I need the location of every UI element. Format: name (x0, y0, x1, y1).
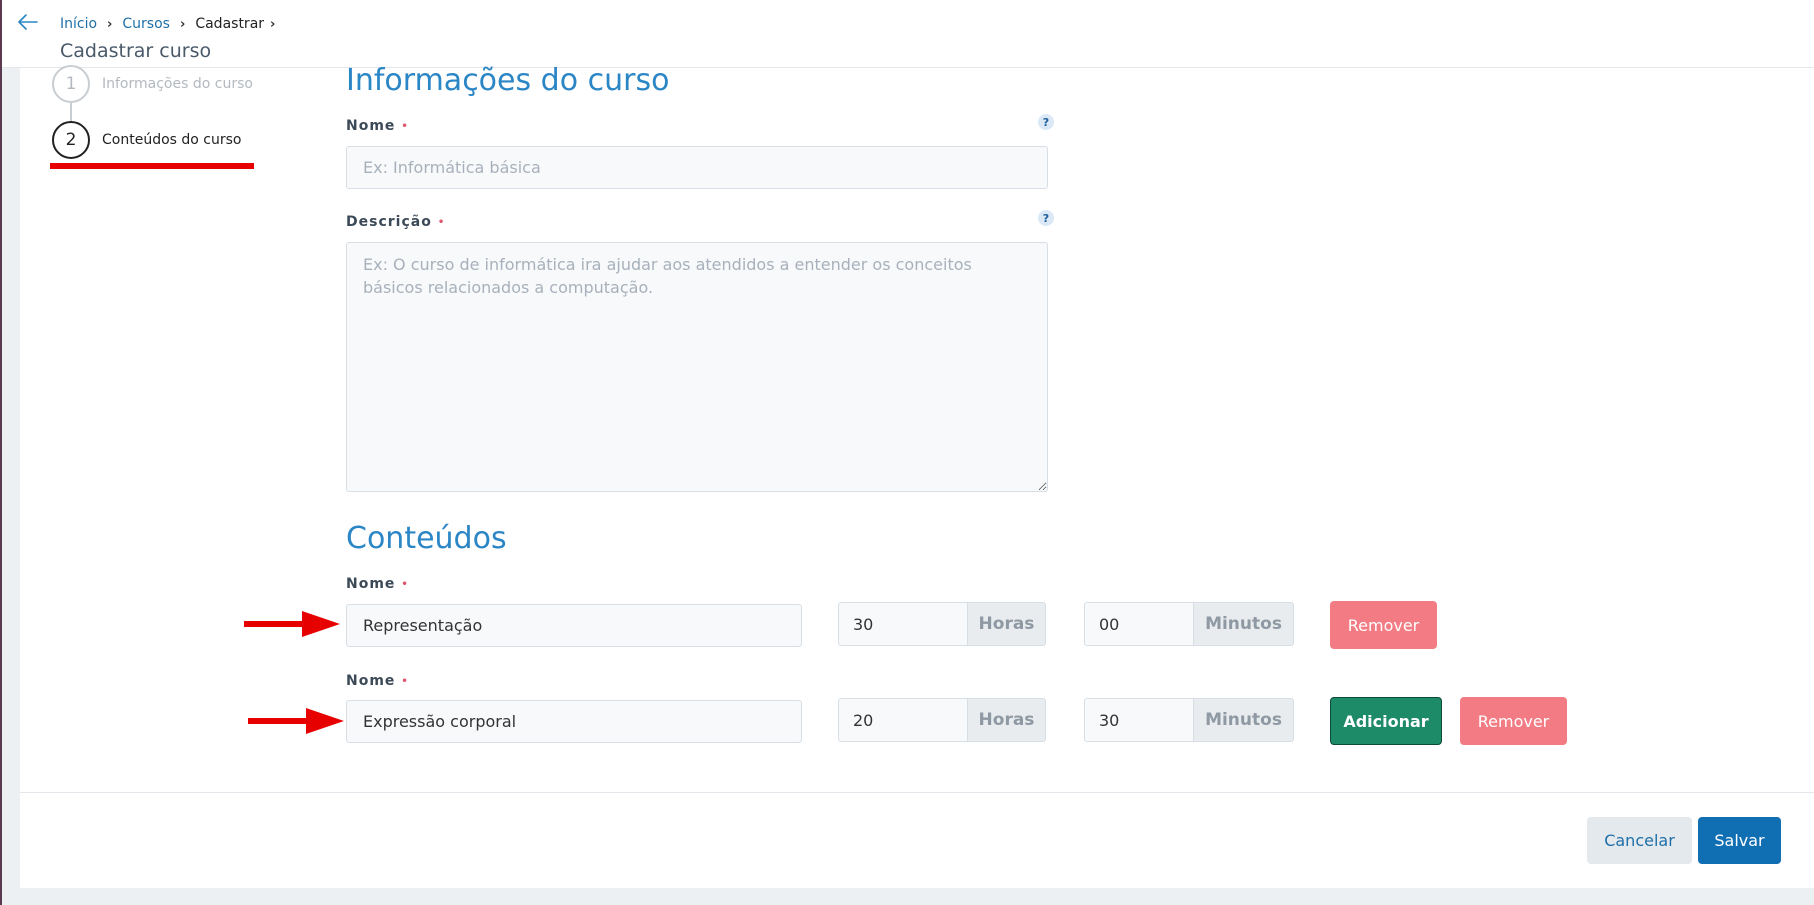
step-label: Informações do curso (102, 76, 253, 92)
section-title-course-info: Informações do curso (346, 63, 670, 98)
chevron-right-icon: › (179, 16, 186, 32)
cancel-button[interactable]: Cancelar (1587, 817, 1692, 864)
annotation-underline (50, 163, 254, 169)
hours-addon: Horas (968, 602, 1046, 646)
description-label: Descrição • (346, 214, 446, 230)
content-name-label: Nome • (346, 576, 409, 592)
add-content-button[interactable]: Adicionar (1330, 697, 1442, 745)
annotation-arrow-icon (248, 708, 344, 734)
content-name-input[interactable] (346, 604, 802, 647)
app-frame: Início › Cursos › Cadastrar › Cadastrar … (0, 0, 1814, 905)
required-marker: • (401, 578, 409, 590)
required-marker: • (401, 120, 409, 132)
page-header: Início › Cursos › Cadastrar › Cadastrar … (2, 0, 1814, 68)
breadcrumb-inicio[interactable]: Início (60, 16, 97, 32)
content-hours-input[interactable] (838, 602, 968, 646)
hours-addon: Horas (968, 698, 1046, 742)
remove-content-button[interactable]: Remover (1330, 601, 1437, 649)
content-minutes-input[interactable] (1084, 698, 1194, 742)
chevron-right-icon: › (270, 16, 276, 32)
name-label: Nome • (346, 118, 409, 134)
content-hours-input[interactable] (838, 698, 968, 742)
content-name-input[interactable] (346, 700, 802, 743)
content-name-label: Nome • (346, 673, 409, 689)
content-minutes-input[interactable] (1084, 602, 1194, 646)
chevron-right-icon: › (107, 16, 113, 32)
course-name-input[interactable] (346, 146, 1048, 189)
help-icon[interactable]: ? (1038, 114, 1054, 130)
breadcrumb: Início › Cursos › Cadastrar › (60, 16, 285, 32)
course-description-textarea[interactable] (346, 242, 1048, 492)
main-card: 1 Informações do curso 2 Conteúdos do cu… (20, 63, 1814, 888)
help-icon[interactable]: ? (1038, 210, 1054, 226)
window-edge (0, 0, 2, 905)
save-button[interactable]: Salvar (1698, 817, 1781, 864)
step-number: 2 (52, 121, 90, 159)
remove-content-button[interactable]: Remover (1460, 697, 1567, 745)
minutes-addon: Minutos (1194, 698, 1294, 742)
back-arrow-icon[interactable] (16, 12, 40, 32)
stepper-connector (70, 103, 72, 121)
required-marker: • (437, 216, 446, 228)
step-number: 1 (52, 65, 90, 103)
annotation-arrow-icon (244, 611, 340, 637)
section-title-contents: Conteúdos (346, 521, 507, 556)
step-course-contents[interactable]: 2 Conteúdos do curso (52, 121, 241, 159)
breadcrumb-cursos[interactable]: Cursos (122, 16, 170, 32)
breadcrumb-cadastrar: Cadastrar (195, 16, 265, 32)
step-course-info[interactable]: 1 Informações do curso (52, 65, 253, 103)
page-title: Cadastrar curso (60, 40, 212, 62)
minutes-addon: Minutos (1194, 602, 1294, 646)
step-label: Conteúdos do curso (102, 132, 242, 148)
footer-divider (20, 792, 1814, 793)
required-marker: • (401, 675, 409, 687)
